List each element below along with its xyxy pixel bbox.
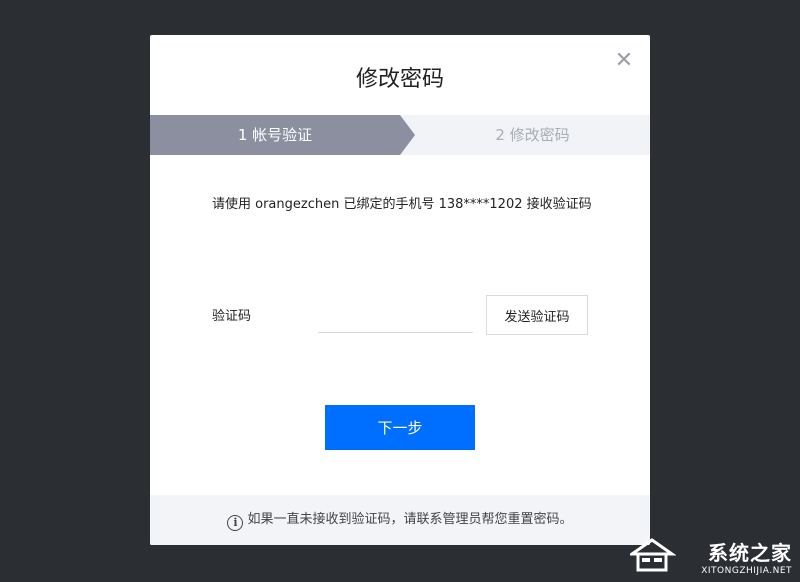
watermark-main: 系统之家 (708, 541, 792, 565)
verification-info-text: 请使用 orangezchen 已绑定的手机号 138****1202 接收验证… (212, 197, 592, 212)
change-password-dialog: 修改密码 ✕ 1 帐号验证 2 修改密码 请使用 orangezchen 已绑定… (150, 35, 650, 545)
verification-code-input[interactable] (318, 293, 473, 333)
watermark: 系统之家 XITONGZHIJIA.NET (701, 537, 792, 576)
step-indicator: 1 帐号验证 2 修改密码 (150, 115, 650, 155)
watermark-logo-icon (630, 538, 676, 572)
step-1-label: 1 帐号验证 (237, 126, 313, 144)
help-text: 如果一直未接收到验证码，请联系管理员帮您重置密码。 (247, 512, 573, 527)
dialog-title: 修改密码 (355, 67, 444, 92)
watermark-sub: XITONGZHIJIA.NET (701, 566, 792, 576)
next-step-button[interactable]: 下一步 (325, 405, 475, 450)
send-code-button[interactable]: 发送验证码 (486, 295, 588, 335)
info-icon: i (227, 515, 244, 531)
help-footer: i 如果一直未接收到验证码，请联系管理员帮您重置密码。 (150, 495, 650, 545)
step-2-label: 2 修改密码 (495, 126, 570, 144)
close-icon[interactable]: ✕ (612, 49, 636, 73)
verification-code-label: 验证码 (212, 309, 252, 324)
